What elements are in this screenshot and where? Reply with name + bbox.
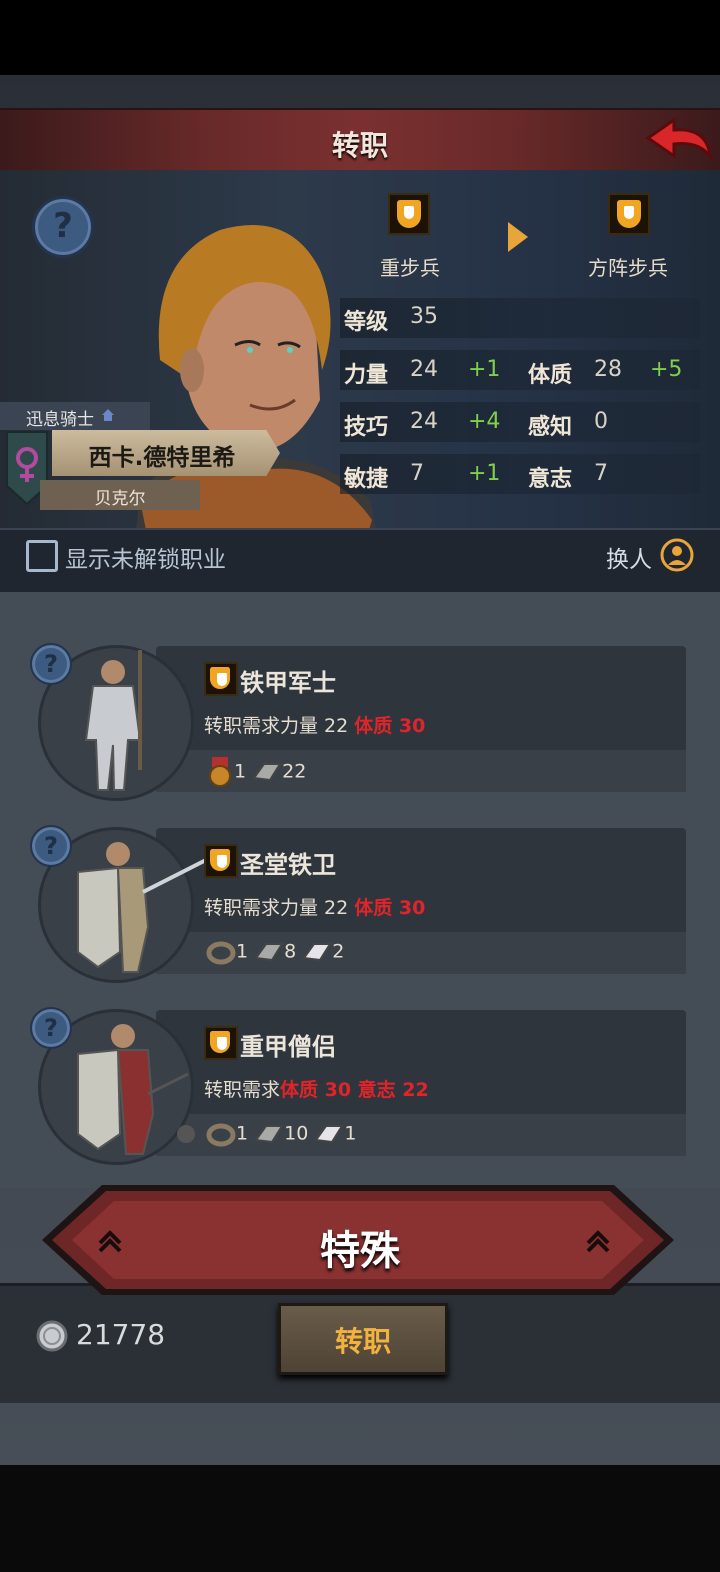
silver-coin-icon (36, 1320, 68, 1352)
iron-ingot-icon (254, 1125, 284, 1144)
stat-row-level (340, 298, 700, 338)
will-value: 7 (594, 461, 608, 486)
job-class-icon (204, 662, 238, 696)
agility-value: 7 (410, 461, 424, 486)
job-requirement: 转职需求体质 30 意志 22 (204, 1075, 429, 1102)
job-help-icon[interactable]: ? (30, 825, 72, 867)
job-class-icon (204, 844, 238, 878)
constitution-value: 28 (594, 357, 622, 382)
requirement-met: 力量 22 (280, 897, 349, 919)
header-banner: 转职 (0, 108, 720, 175)
requirement-prefix: 转职需求 (204, 1079, 281, 1101)
iron-ingot-icon (252, 763, 282, 782)
medal-icon (209, 757, 231, 787)
job-name: 铁甲军士 (240, 669, 336, 697)
hero-place: 贝克尔 (94, 489, 146, 509)
help-icon[interactable]: ? (32, 196, 94, 258)
will-label: 意志 (528, 467, 573, 492)
cost-qty: 2 (332, 940, 345, 963)
job-name: 重甲僧侣 (240, 1033, 336, 1061)
requirement-prefix: 转职需求 (204, 897, 281, 919)
show-locked-checkbox[interactable] (26, 540, 58, 572)
job-help-icon[interactable]: ? (30, 1007, 72, 1049)
swap-hero-icon[interactable] (660, 538, 694, 572)
from-class-name: 重步兵 (380, 256, 440, 280)
constitution-bonus: +5 (650, 357, 683, 382)
ring-icon (206, 1123, 236, 1147)
to-class-name: 方阵步兵 (588, 256, 668, 280)
constitution-label: 体质 (528, 363, 573, 388)
from-class-icon (388, 193, 430, 235)
cost-qty: 1 (236, 1122, 249, 1145)
job-costs: 1 22 (206, 757, 306, 787)
skill-value: 24 (410, 409, 438, 434)
strength-label: 力量 (344, 363, 389, 388)
job-requirement: 转职需求力量 22 体质 30 (204, 893, 425, 920)
show-locked-label[interactable]: 显示未解锁职业 (65, 540, 226, 574)
hero-title: 迅息骑士 (26, 410, 94, 430)
ring-icon (206, 941, 236, 965)
stat-row-2 (340, 402, 700, 442)
requirement-unmet: 体质 30 (354, 897, 426, 919)
strength-value: 24 (410, 357, 438, 382)
bottom-bar (0, 1465, 720, 1572)
requirement-met: 力量 22 (280, 715, 349, 737)
job-portrait-2 (77, 842, 207, 973)
agility-label: 敏捷 (344, 467, 389, 492)
hero-name: 西卡.德特里希 (88, 445, 236, 471)
cost-qty: 1 (234, 760, 247, 783)
job-requirement: 转职需求力量 22 体质 30 (204, 711, 425, 738)
to-class-icon (608, 193, 650, 235)
cost-qty: 1 (236, 940, 249, 963)
perception-value: 0 (594, 409, 608, 434)
iron-ingot-icon (254, 943, 284, 962)
job-name: 圣堂铁卫 (240, 851, 336, 879)
job-costs: 1 10 1 (206, 1121, 356, 1147)
level-value: 35 (410, 304, 438, 329)
cost-qty: 10 (284, 1122, 309, 1145)
page-title: 转职 (331, 129, 388, 162)
job-class-icon (204, 1026, 238, 1060)
job-portrait-1 (84, 650, 142, 791)
job-help-icon[interactable]: ? (30, 643, 72, 685)
cost-qty: 8 (284, 940, 297, 963)
skill-bonus: +4 (468, 409, 501, 434)
silver-ingot-icon (302, 943, 333, 962)
cost-qty: 1 (344, 1122, 357, 1145)
requirement-unmet: 体质 30 意志 22 (280, 1079, 429, 1101)
stat-row-1 (340, 350, 700, 390)
requirement-unmet: 体质 30 (354, 715, 426, 737)
strength-bonus: +1 (468, 357, 501, 382)
special-category-label: 特殊 (320, 1228, 400, 1274)
arrow-right-icon (508, 222, 528, 252)
confirm-class-change-label: 转职 (334, 1325, 391, 1358)
requirement-prefix: 转职需求 (204, 715, 281, 737)
skill-label: 技巧 (344, 415, 389, 440)
back-arrow-icon[interactable] (644, 116, 714, 166)
house-icon (102, 409, 114, 421)
perception-label: 感知 (528, 415, 573, 440)
job-portrait-3 (77, 1024, 195, 1155)
coin-amount: 21778 (76, 1318, 166, 1351)
swap-hero-label[interactable]: 换人 (606, 540, 652, 574)
silver-ingot-icon (314, 1125, 345, 1144)
agility-bonus: +1 (468, 461, 501, 486)
stat-row-3 (340, 454, 700, 494)
level-label: 等级 (344, 310, 389, 335)
cost-qty: 22 (282, 760, 307, 783)
job-costs: 1 8 2 (206, 939, 344, 965)
